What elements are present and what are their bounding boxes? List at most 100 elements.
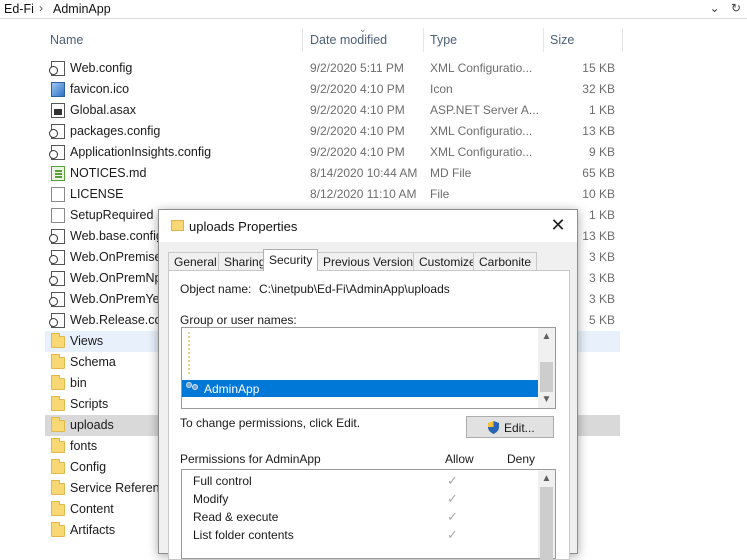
file-icon bbox=[51, 208, 65, 223]
allow-check-icon: ✓ bbox=[447, 491, 458, 506]
file-name: packages.config bbox=[70, 124, 161, 138]
file-date: 8/14/2020 10:44 AM bbox=[310, 166, 418, 180]
file-row[interactable]: favicon.ico 9/2/2020 4:10 PM Icon 32 KB bbox=[45, 79, 620, 100]
dialog-title-bar[interactable]: uploads Properties ✕ bbox=[159, 210, 577, 242]
column-header-type[interactable]: Type bbox=[430, 33, 457, 47]
breadcrumb-adminapp[interactable]: AdminApp bbox=[53, 2, 111, 16]
file-date: 8/12/2020 11:10 AM bbox=[310, 187, 417, 201]
permissions-label: Permissions for AdminApp bbox=[180, 452, 321, 466]
file-size: 3 KB bbox=[588, 250, 615, 264]
scroll-thumb[interactable] bbox=[540, 362, 553, 392]
file-name: uploads bbox=[70, 418, 114, 432]
allow-check-icon: ✓ bbox=[447, 509, 458, 524]
scroll-down-icon[interactable]: ▼ bbox=[538, 391, 555, 408]
address-bar[interactable]: Ed-Fi › AdminApp ⌄ ↻ bbox=[0, 0, 747, 19]
vertical-scrollbar[interactable]: ▲ bbox=[538, 470, 555, 560]
scroll-up-icon[interactable]: ▲ bbox=[538, 470, 555, 487]
file-row[interactable]: ApplicationInsights.config 9/2/2020 4:10… bbox=[45, 142, 620, 163]
file-name: Web.Release.con bbox=[70, 313, 169, 327]
file-name: Web.OnPremNp bbox=[70, 271, 162, 285]
column-header-date[interactable]: Date modified bbox=[310, 33, 387, 47]
file-name: Schema bbox=[70, 355, 116, 369]
file-type: Icon bbox=[430, 82, 453, 96]
config-icon bbox=[49, 145, 65, 160]
object-name-label: Object name: bbox=[180, 282, 252, 296]
shield-icon bbox=[488, 421, 499, 434]
file-size: 32 KB bbox=[582, 82, 615, 96]
tab-carbonite[interactable]: Carbonite bbox=[473, 252, 538, 271]
group-names-list[interactable]: AdminApp ▲ ▼ bbox=[181, 327, 556, 409]
tab-previous-versions[interactable]: Previous Versions bbox=[317, 252, 426, 271]
vertical-scrollbar[interactable]: ▲ ▼ bbox=[538, 328, 555, 408]
refresh-icon[interactable]: ↻ bbox=[731, 1, 741, 15]
permission-name: Read & execute bbox=[193, 510, 279, 524]
file-name: LICENSE bbox=[70, 187, 124, 201]
asax-icon bbox=[51, 103, 65, 118]
config-icon bbox=[49, 61, 65, 76]
file-name: bin bbox=[70, 376, 87, 390]
file-row[interactable]: packages.config 9/2/2020 4:10 PM XML Con… bbox=[45, 121, 620, 142]
edit-button[interactable]: Edit... bbox=[466, 416, 554, 438]
list-item bbox=[188, 332, 190, 376]
file-name: fonts bbox=[70, 439, 98, 453]
column-divider[interactable] bbox=[622, 28, 623, 52]
column-divider[interactable] bbox=[302, 28, 303, 52]
tab-customize[interactable]: Customize bbox=[413, 252, 482, 271]
file-size: 65 KB bbox=[582, 166, 615, 180]
file-name: Web.config bbox=[70, 61, 133, 75]
file-name: Global.asax bbox=[70, 103, 137, 117]
file-name: Content bbox=[70, 502, 114, 516]
object-name-value: C:\inetpub\Ed-Fi\AdminApp\uploads bbox=[259, 282, 450, 296]
scroll-up-icon[interactable]: ▲ bbox=[538, 328, 555, 345]
file-type: File bbox=[430, 187, 450, 201]
folder-icon bbox=[51, 501, 65, 516]
column-header-name[interactable]: Name bbox=[50, 33, 83, 47]
image-icon bbox=[51, 82, 65, 97]
folder-icon bbox=[51, 333, 65, 348]
column-header-row: Name ⌄ Date modified Type Size bbox=[0, 24, 747, 52]
file-size: 1 KB bbox=[588, 208, 615, 222]
file-name: Web.base.config bbox=[70, 229, 163, 243]
tab-security[interactable]: Security bbox=[263, 249, 319, 271]
list-item-selected[interactable]: AdminApp bbox=[182, 380, 539, 397]
allow-column-header: Allow bbox=[445, 452, 474, 466]
config-icon bbox=[49, 292, 65, 307]
config-icon bbox=[49, 250, 65, 265]
config-icon bbox=[49, 271, 65, 286]
dialog-title: uploads Properties bbox=[189, 219, 298, 234]
file-date: 9/2/2020 4:10 PM bbox=[310, 145, 405, 159]
file-row[interactable]: NOTICES.md 8/14/2020 10:44 AM MD File 65… bbox=[45, 163, 620, 184]
address-dropdown-icon[interactable]: ⌄ bbox=[710, 1, 720, 15]
column-header-size[interactable]: Size bbox=[550, 33, 574, 47]
user-name: AdminApp bbox=[204, 382, 260, 396]
file-size: 13 KB bbox=[582, 124, 615, 138]
close-icon[interactable]: ✕ bbox=[547, 214, 569, 236]
file-size: 10 KB bbox=[582, 187, 615, 201]
file-size: 9 KB bbox=[588, 145, 615, 159]
file-size: 3 KB bbox=[588, 271, 615, 285]
file-type: MD File bbox=[430, 166, 472, 180]
file-name: NOTICES.md bbox=[70, 166, 147, 180]
folder-icon bbox=[51, 522, 65, 537]
file-name: Web.OnPremises bbox=[70, 250, 168, 264]
file-date: 9/2/2020 5:11 PM bbox=[310, 61, 404, 75]
file-name: SetupRequired bbox=[70, 208, 154, 222]
column-divider[interactable] bbox=[423, 28, 424, 52]
file-row[interactable]: LICENSE 8/12/2020 11:10 AM File 10 KB bbox=[45, 184, 620, 205]
markdown-icon bbox=[51, 166, 65, 181]
deny-column-header: Deny bbox=[507, 452, 536, 466]
config-icon bbox=[49, 229, 65, 244]
file-row[interactable]: Web.config 9/2/2020 5:11 PM XML Configur… bbox=[45, 58, 620, 79]
breadcrumb-ed-fi[interactable]: Ed-Fi bbox=[4, 2, 34, 16]
file-row[interactable]: Global.asax 9/2/2020 4:10 PM ASP.NET Ser… bbox=[45, 100, 620, 121]
file-type: ASP.NET Server A... bbox=[430, 103, 539, 117]
file-type: XML Configuratio... bbox=[430, 145, 533, 159]
properties-dialog[interactable]: uploads Properties ✕ General Sharing Sec… bbox=[158, 209, 578, 560]
column-divider[interactable] bbox=[543, 28, 544, 52]
scroll-thumb[interactable] bbox=[540, 487, 553, 560]
file-name: Config bbox=[70, 460, 107, 474]
allow-check-icon: ✓ bbox=[447, 473, 458, 488]
tab-general[interactable]: General bbox=[168, 252, 223, 271]
folder-icon bbox=[171, 220, 184, 231]
file-name: Web.OnPremYea bbox=[70, 292, 167, 306]
